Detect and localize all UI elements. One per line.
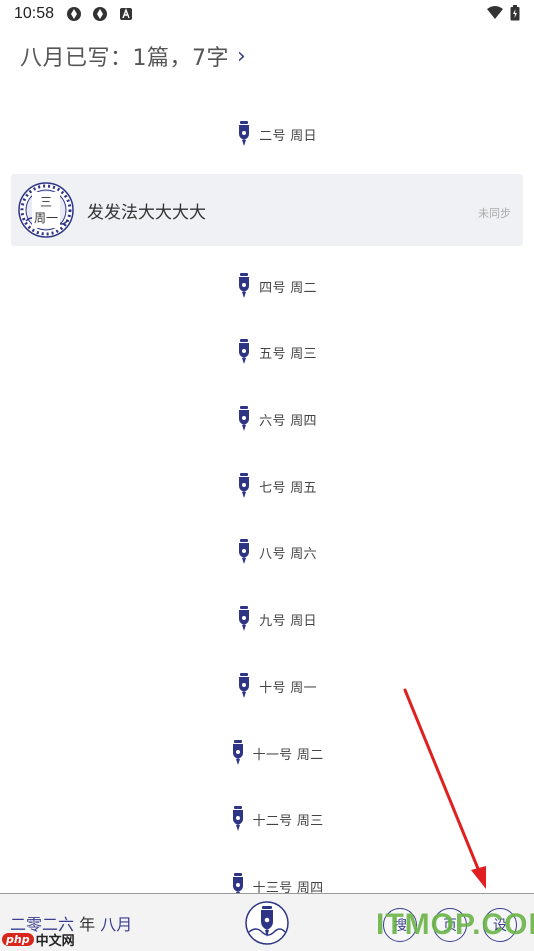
fountain-pen-icon	[239, 673, 250, 698]
day-label: 十一号 周二	[252, 747, 324, 763]
day-item[interactable]: 十一号 周二	[0, 738, 534, 768]
day-label: 五号 周三	[259, 346, 317, 362]
day-item[interactable]: 四号 周二	[0, 271, 534, 301]
sync-icon	[66, 6, 82, 22]
sync-icon	[92, 6, 108, 22]
day-item[interactable]: 五号 周三	[0, 337, 534, 367]
day-label: 六号 周四	[259, 413, 317, 429]
fountain-pen-emblem-icon	[245, 901, 289, 945]
badge-text: 三 周一	[32, 192, 60, 228]
day-item[interactable]: 八号 周六	[0, 537, 534, 567]
day-item[interactable]: 十号 周一	[0, 671, 534, 701]
status-time: 10:58	[14, 5, 55, 22]
write-button[interactable]	[244, 900, 290, 946]
fountain-pen-icon	[239, 339, 250, 364]
day-item[interactable]: 六号 周四	[0, 404, 534, 434]
day-item[interactable]: 二号 周日	[0, 119, 534, 149]
day-label: 四号 周二	[259, 280, 317, 296]
diary-entry-card[interactable]: 三 周一 发发法大大大大 未同步	[11, 174, 523, 246]
month-text: 八月	[100, 915, 133, 934]
day-label: 七号 周五	[259, 480, 317, 496]
day-label: 八号 周六	[259, 546, 317, 562]
battery-icon	[510, 5, 520, 26]
day-label: 二号 周日	[259, 128, 317, 144]
fountain-pen-icon	[239, 473, 250, 498]
day-label: 十二号 周三	[252, 813, 324, 829]
status-right	[486, 5, 520, 26]
fountain-pen-icon	[239, 121, 250, 146]
day-item[interactable]: 九号 周日	[0, 604, 534, 634]
status-bar: 10:58	[0, 0, 534, 28]
fountain-pen-icon	[239, 539, 250, 564]
badge-day: 三	[39, 195, 52, 209]
month-summary-header[interactable]: 八月已写：1篇，7字 ›	[20, 40, 246, 72]
fountain-pen-icon	[232, 740, 243, 765]
a-icon	[118, 6, 134, 22]
badge-weekday: 周一	[33, 211, 58, 225]
fountain-pen-icon	[239, 406, 250, 431]
day-item[interactable]: 十二号 周三	[0, 804, 534, 834]
php-watermark: php 中文网	[2, 930, 75, 949]
php-text: 中文网	[35, 934, 75, 949]
wifi-icon	[486, 6, 504, 25]
fountain-pen-icon	[239, 606, 250, 631]
day-label: 九号 周日	[259, 613, 317, 629]
month-summary-title: 八月已写：1篇，7字	[20, 46, 229, 71]
day-label: 十号 周一	[259, 680, 317, 696]
itmop-watermark: ITMOP.COM	[376, 908, 534, 941]
fountain-pen-icon	[232, 806, 243, 831]
entry-title: 发发法大大大大	[87, 203, 206, 223]
day-item[interactable]: 七号 周五	[0, 471, 534, 501]
sync-status: 未同步	[478, 207, 511, 220]
year-suffix: 年	[79, 915, 96, 934]
chevron-right-icon: ›	[237, 43, 247, 69]
php-tag: php	[2, 933, 34, 946]
fountain-pen-icon	[239, 273, 250, 298]
date-badge: 三 周一	[17, 181, 75, 239]
